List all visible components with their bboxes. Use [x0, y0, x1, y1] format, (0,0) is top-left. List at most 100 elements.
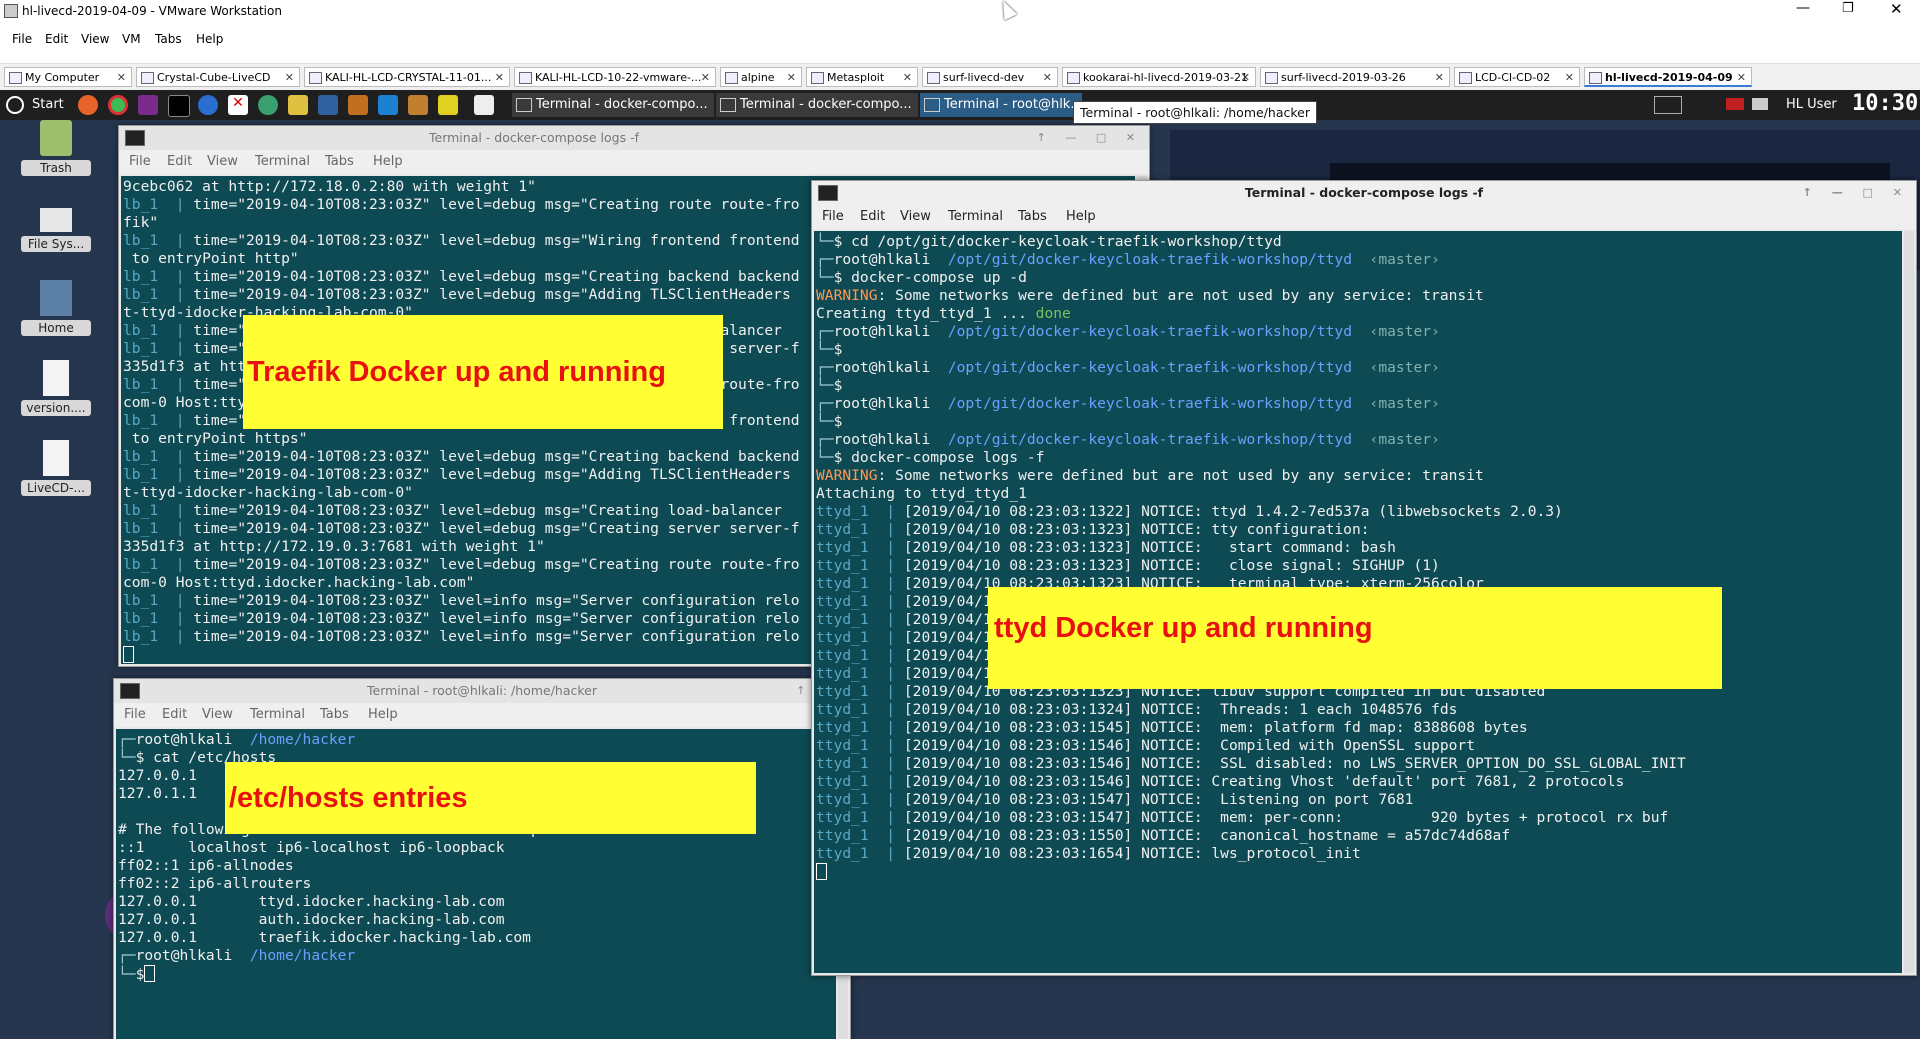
terminal-titlebar[interactable]: Terminal - docker-compose logs -f ↑ — □ ✕ [812, 181, 1916, 205]
tab-kookarai[interactable]: kookarai-hl-livecd-2019-03-21 ✕ [1062, 67, 1256, 87]
shark-icon[interactable] [378, 95, 398, 115]
close-tab-icon[interactable]: ✕ [117, 71, 126, 84]
terminal-text: /opt/git/docker-keycloak-traefik-worksho… [947, 431, 1352, 448]
terminal-titlebar[interactable]: Terminal - root@hlkali: /home/hacker↑ — [114, 679, 850, 703]
editor-icon[interactable] [288, 95, 308, 115]
scrollbar[interactable] [1904, 231, 1914, 973]
terminal-text: ‹master› [1351, 323, 1440, 340]
close-tab-icon[interactable]: ✕ [1737, 71, 1746, 84]
menu-terminal[interactable]: Terminal [250, 707, 305, 722]
close-tab-icon[interactable]: ✕ [701, 71, 710, 84]
desktop-icon-livecd[interactable]: LiveCD-... [21, 440, 91, 496]
terminal-icon[interactable] [168, 95, 190, 117]
terminal-line: ttyd_1 | [2019/04/10 08:23:03:1324] NOTI… [816, 701, 1902, 719]
menu-vm[interactable]: VM [122, 32, 141, 46]
menu-terminal[interactable]: Terminal [948, 209, 1003, 224]
tab-lcd-ci-cd-02[interactable]: LCD-CI-CD-02 ✕ [1454, 67, 1580, 87]
folder-icon[interactable] [408, 95, 428, 115]
menu-view[interactable]: View [207, 154, 238, 169]
terminal-window-ttyd[interactable]: Terminal - docker-compose logs -f ↑ — □ ✕… [811, 180, 1917, 976]
tab-crystal-cube-livecd[interactable]: Crystal-Cube-LiveCD ✕ [136, 67, 300, 87]
user-name[interactable]: HL User [1786, 97, 1837, 112]
terminal-text: ┌─ [118, 947, 136, 964]
archive-icon[interactable] [348, 95, 368, 115]
close-tab-icon[interactable]: ✕ [285, 71, 294, 84]
menu-help[interactable]: Help [196, 32, 223, 46]
tab-kali-crystal[interactable]: KALI-HL-LCD-CRYSTAL-11-01... ✕ [304, 67, 510, 87]
menu-view[interactable]: View [81, 32, 109, 46]
close-tab-icon[interactable]: ✕ [787, 71, 796, 84]
terminal-purple-icon[interactable] [138, 95, 158, 115]
menu-tabs[interactable]: Tabs [325, 154, 354, 169]
terminal-text: time="2019-04-10T08:23:03Z" level=info m… [193, 610, 800, 627]
tab-hl-livecd[interactable]: hl-livecd-2019-04-09 ✕ [1584, 67, 1752, 87]
tab-alpine[interactable]: alpine ✕ [720, 67, 802, 87]
close-app-icon[interactable]: ✕ [228, 95, 248, 115]
menu-tabs[interactable]: Tabs [1018, 209, 1047, 224]
taskbar-task-hosts[interactable]: Terminal - root@hlk... [920, 93, 1082, 117]
tab-metasploit[interactable]: Metasploit ✕ [806, 67, 918, 87]
firefox-icon[interactable] [78, 95, 98, 115]
terminal-text: ttyd_1 | [816, 755, 904, 772]
terminal-titlebar[interactable]: Terminal - docker-compose logs -f ↑ — □ ✕ [119, 126, 1149, 150]
tab-surf-livecd-dev[interactable]: surf-livecd-dev ✕ [922, 67, 1058, 87]
tab-surf-livecd-0326[interactable]: surf-livecd-2019-03-26 ✕ [1260, 67, 1450, 87]
terminal-text: $ docker-compose logs -f [833, 449, 1045, 466]
close-tab-icon[interactable]: ✕ [495, 71, 504, 84]
menu-tabs[interactable]: Tabs [320, 707, 349, 722]
terminal-text: ttyd_1 | [816, 647, 904, 664]
menu-edit[interactable]: Edit [860, 209, 885, 224]
start-button[interactable]: Start [32, 97, 64, 112]
menu-edit[interactable]: Edit [167, 154, 192, 169]
menu-help[interactable]: Help [368, 707, 398, 722]
close-tab-icon[interactable]: ✕ [903, 71, 912, 84]
taskbar-task-traefik[interactable]: Terminal - docker-compo... [512, 93, 714, 117]
terminal-text: $ [135, 966, 145, 983]
menu-view[interactable]: View [900, 209, 931, 224]
network-icon[interactable] [1752, 98, 1768, 110]
maximize-icon[interactable]: ❐ [1842, 1, 1854, 16]
menu-help[interactable]: Help [373, 154, 403, 169]
workspace-switcher-icon[interactable] [1654, 96, 1682, 114]
terminal-line: └─$ [816, 377, 1902, 395]
terminal-text: ‹master› [1351, 359, 1440, 376]
tab-kali-vmware[interactable]: KALI-HL-LCD-10-22-vmware-... ✕ [514, 67, 716, 87]
notes-icon[interactable] [438, 95, 458, 115]
printer-icon[interactable] [474, 95, 494, 115]
menu-edit[interactable]: Edit [162, 707, 187, 722]
menu-view[interactable]: View [202, 707, 233, 722]
menu-edit[interactable]: Edit [45, 32, 68, 46]
close-tab-icon[interactable]: ✕ [1565, 71, 1574, 84]
chrome-icon[interactable] [108, 95, 128, 115]
globe-icon[interactable] [258, 95, 278, 115]
terminal-text: ttyd_1 | [816, 701, 904, 718]
menu-terminal[interactable]: Terminal [255, 154, 310, 169]
menu-tabs[interactable]: Tabs [155, 32, 182, 46]
kali-dragon-icon[interactable] [318, 95, 338, 115]
menu-file[interactable]: File [822, 209, 844, 224]
menu-file[interactable]: File [124, 707, 146, 722]
terminal-line: Creating ttyd_ttyd_1 ... done [816, 305, 1902, 323]
power-icon[interactable] [6, 96, 24, 114]
menu-help[interactable]: Help [1066, 209, 1096, 224]
desktop-icon-filesystem[interactable]: File Sys... [21, 200, 91, 252]
terminal-line: ┌─root@hlkali /opt/git/docker-keycloak-t… [816, 395, 1902, 413]
close-tab-icon[interactable]: ✕ [1435, 71, 1444, 84]
close-tab-icon[interactable]: ✕ [1043, 71, 1052, 84]
minimize-icon[interactable]: — [1796, 0, 1810, 16]
tab-my-computer[interactable]: My Computer ✕ [4, 67, 132, 87]
menu-file[interactable]: File [12, 32, 32, 46]
terminal-window-hosts[interactable]: Terminal - root@hlkali: /home/hacker↑ — … [113, 678, 851, 1039]
menu-file[interactable]: File [129, 154, 151, 169]
app-q-icon[interactable] [198, 95, 218, 115]
window-controls[interactable]: ↑ — □ ✕ [1803, 181, 1910, 205]
close-tab-icon[interactable]: ✕ [1241, 71, 1250, 84]
taskbar-task-ttyd[interactable]: Terminal - docker-compo... [716, 93, 918, 117]
desktop-icon-trash[interactable]: Trash [21, 120, 91, 176]
desktop-icon-home[interactable]: Home [21, 280, 91, 336]
close-icon[interactable]: ✕ [1890, 0, 1903, 18]
desktop-icon-version[interactable]: version.... [21, 360, 91, 416]
vpn-icon[interactable] [1726, 98, 1744, 110]
vm-icon [1265, 72, 1278, 84]
window-controls[interactable]: ↑ — □ ✕ [1037, 126, 1143, 150]
